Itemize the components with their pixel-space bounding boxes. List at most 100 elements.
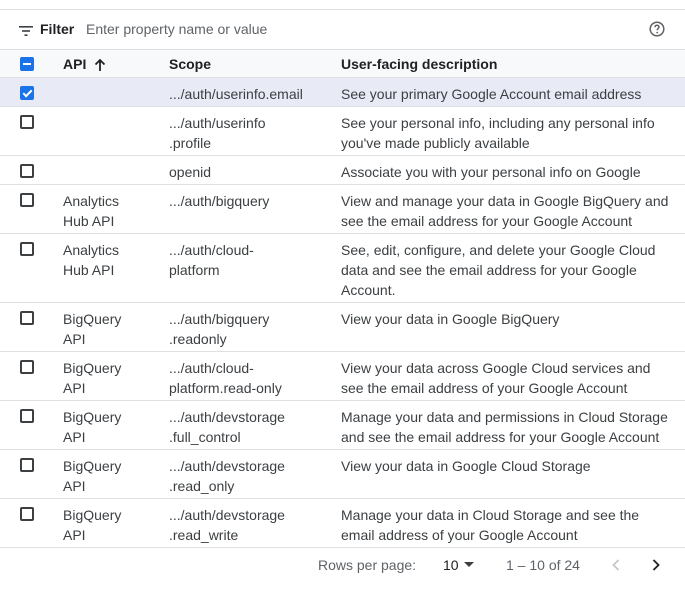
filter-input[interactable] <box>86 16 606 42</box>
table-row[interactable]: Analytics Hub API .../auth/cloud-platform S… <box>0 234 685 303</box>
scope-cell: openid <box>169 162 334 182</box>
scope-cell: .../auth/cloud-platform <box>169 240 334 280</box>
scope-cell-line: .../auth/cloud- <box>169 360 254 376</box>
api-cell: BigQuery API <box>63 407 163 447</box>
scope-cell: .../auth/cloud-platform.read-only <box>169 358 334 398</box>
description-cell-line: you've made publicly available <box>341 135 530 151</box>
select-all-checkbox[interactable] <box>20 57 34 71</box>
scopes-table: API Scope User-facing description .../au… <box>0 49 685 548</box>
table-row[interactable]: BigQuery API .../auth/cloud-platform.read-… <box>0 352 685 401</box>
row-checkbox[interactable] <box>20 458 34 472</box>
api-cell-line: API <box>63 478 86 494</box>
api-cell: Analytics Hub API <box>63 191 163 231</box>
api-cell-line: BigQuery <box>63 360 122 376</box>
scope-cell-line: platform <box>169 262 220 278</box>
scope-cell-line: .../auth/userinfo.email <box>169 86 303 102</box>
rows-per-page-label: Rows per page: <box>318 557 417 573</box>
table-header: API Scope User-facing description <box>0 49 685 78</box>
description-cell-line: and see the email address for your Googl… <box>341 429 660 445</box>
scope-cell-line: .../auth/userinfo <box>169 115 266 131</box>
row-checkbox[interactable] <box>20 409 34 423</box>
scope-cell: .../auth/userinfo .profile <box>169 113 334 153</box>
table-row[interactable]: BigQuery API .../auth/devstorage .read_only… <box>0 450 685 499</box>
row-checkbox[interactable] <box>20 507 34 521</box>
table-row[interactable]: .../auth/userinfo .profile See your person… <box>0 107 685 156</box>
description-cell-line: Manage your data in Cloud Storage and se… <box>341 507 640 523</box>
table-row[interactable]: .../auth/userinfo.email See your primary … <box>0 78 685 107</box>
row-checkbox[interactable] <box>20 86 34 100</box>
sort-ascending-icon[interactable] <box>93 58 107 72</box>
scope-cell: .../auth/bigquery .readonly <box>169 309 334 349</box>
api-cell-line: BigQuery <box>63 409 122 425</box>
column-header-description[interactable]: User-facing description <box>341 56 497 72</box>
description-cell-line: Account. <box>341 282 396 298</box>
api-cell-line: BigQuery <box>63 458 122 474</box>
description-cell: Associate you with your personal info on… <box>341 162 676 182</box>
row-checkbox[interactable] <box>20 164 34 178</box>
scope-cell-line: platform.read-only <box>169 380 282 396</box>
row-checkbox[interactable] <box>20 360 34 374</box>
api-cell-line: API <box>63 380 86 396</box>
api-cell-line: BigQuery <box>63 507 122 523</box>
table-body: .../auth/userinfo.email See your primary … <box>0 78 685 548</box>
dropdown-caret-icon[interactable] <box>464 562 474 567</box>
api-cell-line: BigQuery <box>63 311 122 327</box>
column-header-scope[interactable]: Scope <box>169 56 211 72</box>
pagination-bar: Rows per page: 10 1 – 10 of 24 <box>0 549 685 581</box>
row-checkbox[interactable] <box>20 242 34 256</box>
description-cell: See your primary Google Account email ad… <box>341 84 676 104</box>
scope-cell-line: .../auth/bigquery <box>169 193 270 209</box>
description-cell-line: see the email address of your Google Acc… <box>341 380 628 396</box>
api-cell-line: Analytics <box>63 242 120 258</box>
table-row[interactable]: openid Associate you with your personal i… <box>0 156 685 185</box>
column-header-api[interactable]: API <box>63 56 86 72</box>
description-cell-line: Manage your data and permissions in Clou… <box>341 409 668 425</box>
api-cell: BigQuery API <box>63 505 163 545</box>
oauth-scopes-panel: Filter API Scope User-facing description… <box>0 0 685 601</box>
table-row[interactable]: Analytics Hub API .../auth/bigquery View an… <box>0 185 685 234</box>
scope-cell: .../auth/devstorage .full_control <box>169 407 334 447</box>
table-row[interactable]: BigQuery API .../auth/bigquery .readonly Vie… <box>0 303 685 352</box>
row-checkbox[interactable] <box>20 311 34 325</box>
description-cell: View your data in Google Cloud Storage <box>341 456 676 476</box>
filter-label[interactable]: Filter <box>40 21 74 37</box>
filter-icon[interactable] <box>19 26 33 36</box>
description-cell: View your data in Google BigQuery <box>341 309 676 329</box>
chevron-left-icon[interactable] <box>609 558 623 572</box>
scope-cell-line: .full_control <box>169 429 241 445</box>
api-cell-line: API <box>63 429 86 445</box>
scope-cell-line: .../auth/bigquery <box>169 311 270 327</box>
scope-cell-line: .readonly <box>169 331 227 347</box>
api-cell-line: Analytics <box>63 193 120 209</box>
api-cell-line: Hub API <box>63 213 115 229</box>
help-icon[interactable] <box>649 21 665 37</box>
scope-cell-line: .../auth/devstorage <box>169 458 285 474</box>
api-cell: Analytics Hub API <box>63 240 163 280</box>
description-cell-line: View your data across Google Cloud servi… <box>341 360 651 376</box>
description-cell-line: See your personal info, including any pe… <box>341 115 655 131</box>
scope-cell: .../auth/devstorage .read_write <box>169 505 334 545</box>
page-range: 1 – 10 of 24 <box>506 557 580 573</box>
table-row[interactable]: BigQuery API .../auth/devstorage .full_cont… <box>0 401 685 450</box>
api-cell: BigQuery API <box>63 358 163 398</box>
scope-cell-line: openid <box>169 164 212 180</box>
description-cell-line: email address of your Google Account <box>341 527 578 543</box>
row-checkbox[interactable] <box>20 115 34 129</box>
scope-cell-line: .read_only <box>169 478 235 494</box>
scope-cell: .../auth/devstorage .read_only <box>169 456 334 496</box>
table-row[interactable]: BigQuery API .../auth/devstorage .read_writ… <box>0 499 685 548</box>
api-cell-line: API <box>63 331 86 347</box>
rows-per-page-select[interactable]: 10 <box>443 557 459 573</box>
description-cell: View and manage your data in Google BigQ… <box>341 191 676 231</box>
chevron-right-icon[interactable] <box>649 558 663 572</box>
scope-cell: .../auth/bigquery <box>169 191 334 211</box>
api-cell: BigQuery API <box>63 456 163 496</box>
description-cell: Manage your data and permissions in Clou… <box>341 407 676 447</box>
scope-cell-line: .../auth/cloud- <box>169 242 254 258</box>
description-cell-line: Associate you with your personal info on… <box>341 164 641 180</box>
description-cell: See, edit, configure, and delete your Go… <box>341 240 676 300</box>
description-cell-line: View your data in Google Cloud Storage <box>341 458 591 474</box>
row-checkbox[interactable] <box>20 193 34 207</box>
description-cell: See your personal info, including any pe… <box>341 113 676 153</box>
scope-cell-line: .../auth/devstorage <box>169 409 285 425</box>
